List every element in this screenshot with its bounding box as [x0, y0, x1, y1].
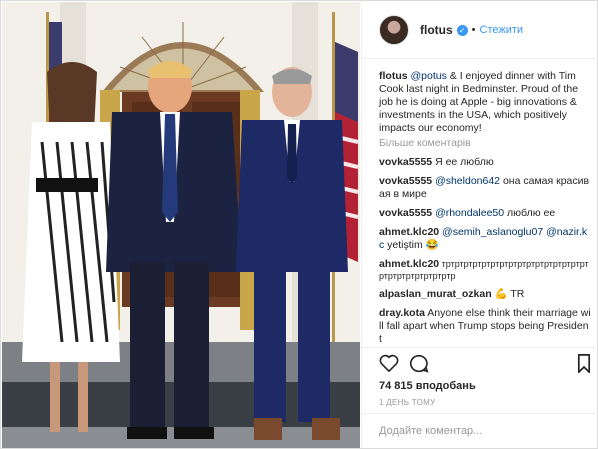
comment-item: ahmet.klc20 @semih_aslanoglu07 @nazir.kc…	[379, 226, 591, 252]
comment-mention[interactable]: @rhondalee50	[435, 207, 504, 219]
follow-button[interactable]: Стежити	[480, 24, 524, 36]
comments-list: flotus @potus & I enjoyed dinner with Ti…	[379, 70, 591, 352]
avatar[interactable]	[379, 15, 409, 45]
comment-username[interactable]: alpaslan_murat_ozkan	[379, 288, 492, 300]
header-separator: •	[471, 24, 476, 36]
comment-username[interactable]: ahmet.klc20	[379, 258, 439, 270]
post-sidebar: flotus ✓ • Стежити flotus @potus & I enj…	[361, 2, 598, 448]
post-caption: flotus @potus & I enjoyed dinner with Ti…	[379, 70, 591, 135]
post-header: flotus ✓ • Стежити	[362, 2, 598, 59]
comment-item: dray.kota Anyone else think their marria…	[379, 307, 591, 346]
comment-text: Я ее люблю	[435, 156, 494, 168]
comment-text: yetiştim 😂	[387, 239, 439, 251]
comment-item: vovka5555 @sheldon642 она самая красивая…	[379, 175, 591, 201]
action-icons	[362, 348, 598, 378]
comment-username[interactable]: vovka5555	[379, 175, 432, 187]
post-photo[interactable]	[2, 2, 360, 448]
comment-icon[interactable]	[409, 354, 429, 378]
post-image	[2, 2, 360, 448]
more-comments-link[interactable]: Більше коментарів	[379, 137, 591, 150]
comment-mention[interactable]: @sheldon642	[435, 175, 500, 187]
comment-item: ahmet.klc20 тртртртртртртртртртртртртртр…	[379, 258, 591, 282]
comment-item: alpaslan_murat_ozkan 💪 TR	[379, 288, 591, 301]
add-comment-input[interactable]: Додайте коментар...	[362, 413, 598, 448]
comment-username[interactable]: ahmet.klc20	[379, 226, 439, 238]
heart-icon[interactable]	[379, 354, 399, 377]
comment-item: vovka5555 @rhondalee50 люблю ее	[379, 207, 591, 220]
caption-text: & I enjoyed dinner with Tim Cook last ni…	[379, 70, 579, 134]
verified-badge-icon: ✓	[456, 24, 468, 36]
comment-username[interactable]: dray.kota	[379, 307, 425, 319]
comment-text: 💪 TR	[494, 288, 525, 300]
comment-username[interactable]: vovka5555	[379, 156, 432, 168]
comment-text: люблю ее	[507, 207, 556, 219]
comment-username[interactable]: vovka5555	[379, 207, 432, 219]
likes-count[interactable]: 74 815 вподобань	[379, 380, 476, 392]
caption-mention[interactable]: @potus	[411, 70, 447, 82]
header-username[interactable]: flotus	[420, 23, 453, 37]
comment-item: vovka5555 Я ее люблю	[379, 156, 591, 169]
caption-username[interactable]: flotus	[379, 70, 408, 82]
post-timestamp: 1 ДЕНЬ ТОМУ	[379, 398, 436, 407]
post-container: flotus ✓ • Стежити flotus @potus & I enj…	[0, 0, 598, 449]
bookmark-icon[interactable]	[577, 354, 591, 378]
